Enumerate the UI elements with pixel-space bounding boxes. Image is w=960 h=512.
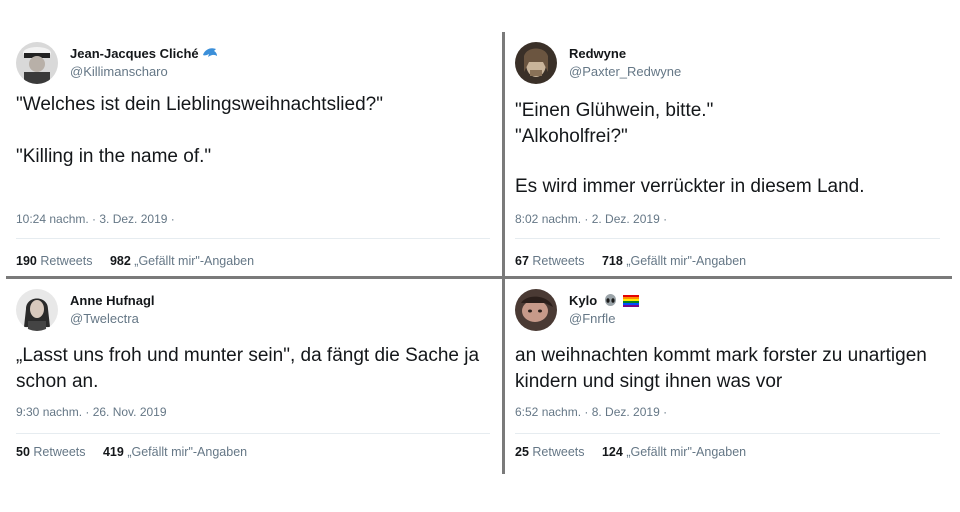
engagement-stats: 50 Retweets 419 „Gefällt mir"-Angaben <box>16 445 247 459</box>
dolphin-icon <box>202 46 218 63</box>
tweet-line: "Einen Glühwein, bitte." <box>515 100 714 121</box>
user-handle[interactable]: @Twelectra <box>70 311 139 326</box>
divider <box>515 433 940 434</box>
retweet-count[interactable]: 190 Retweets <box>16 254 92 268</box>
horizontal-divider <box>6 276 952 279</box>
tweet-text: "Welches ist dein Lieblingsweihnachtslie… <box>16 92 494 170</box>
engagement-stats: 67 Retweets 718 „Gefällt mir"-Angaben <box>515 254 746 268</box>
user-handle[interactable]: @Paxter_Redwyne <box>569 64 681 79</box>
like-count[interactable]: 982 „Gefällt mir"-Angaben <box>110 254 254 268</box>
divider <box>16 238 490 239</box>
engagement-stats: 190 Retweets 982 „Gefällt mir"-Angaben <box>16 254 254 268</box>
vertical-divider <box>502 32 505 474</box>
tweet-line-empty <box>515 150 944 174</box>
retweet-count[interactable]: 50 Retweets <box>16 445 86 459</box>
timestamp[interactable]: 8:02 nachm. · 2. Dez. 2019 · <box>515 212 667 226</box>
alien-icon <box>604 294 617 310</box>
tweet-line: an weihnachten kommt mark forster zu una… <box>515 345 927 392</box>
avatar[interactable] <box>16 289 58 331</box>
avatar[interactable] <box>515 289 557 331</box>
tweet-line: "Alkoholfrei?" <box>515 126 628 147</box>
display-name[interactable]: Kylo <box>569 293 640 310</box>
user-handle[interactable]: @Fnrfle <box>569 311 615 326</box>
avatar[interactable] <box>515 42 557 84</box>
like-count[interactable]: 718 „Gefällt mir"-Angaben <box>602 254 746 268</box>
tweet-card[interactable]: Kylo @Fnrfle an weihnachten kommt mark f… <box>505 279 952 474</box>
retweet-count[interactable]: 67 Retweets <box>515 254 585 268</box>
display-name[interactable]: Redwyne <box>569 46 626 61</box>
tweet-card[interactable]: Anne Hufnagl @Twelectra „Lasst uns froh … <box>6 279 502 474</box>
engagement-stats: 25 Retweets 124 „Gefällt mir"-Angaben <box>515 445 746 459</box>
timestamp[interactable]: 10:24 nachm. · 3. Dez. 2019 · <box>16 212 175 226</box>
divider <box>16 433 490 434</box>
rainbow-flag-icon <box>623 295 640 310</box>
display-name[interactable]: Anne Hufnagl <box>70 293 155 308</box>
tweet-line-empty <box>16 118 494 144</box>
tweet-line: "Welches ist dein Lieblingsweihnachtslie… <box>16 94 383 115</box>
tweet-text: an weihnachten kommt mark forster zu una… <box>515 343 944 395</box>
tweet-card[interactable]: Redwyne @Paxter_Redwyne "Einen Glühwein,… <box>505 32 952 276</box>
user-handle[interactable]: @Killimanscharo <box>70 64 168 79</box>
tweet-text: „Lasst uns froh und munter sein", da fän… <box>16 343 494 395</box>
tweet-collage: Jean-Jacques Cliché @Killimanscharo "Wel… <box>6 32 952 474</box>
display-name[interactable]: Jean-Jacques Cliché <box>70 46 218 63</box>
divider <box>515 238 940 239</box>
tweet-text: "Einen Glühwein, bitte." "Alkoholfrei?" … <box>515 98 944 200</box>
timestamp[interactable]: 6:52 nachm. · 8. Dez. 2019 · <box>515 405 667 419</box>
tweet-line: Es wird immer verrückter in diesem Land. <box>515 176 865 197</box>
retweet-count[interactable]: 25 Retweets <box>515 445 585 459</box>
tweet-card[interactable]: Jean-Jacques Cliché @Killimanscharo "Wel… <box>6 32 502 276</box>
tweet-line: "Killing in the name of." <box>16 146 212 167</box>
tweet-line: „Lasst uns froh und munter sein", da fän… <box>16 345 480 392</box>
like-count[interactable]: 419 „Gefällt mir"-Angaben <box>103 445 247 459</box>
avatar[interactable] <box>16 42 58 84</box>
timestamp[interactable]: 9:30 nachm. · 26. Nov. 2019 <box>16 405 167 419</box>
like-count[interactable]: 124 „Gefällt mir"-Angaben <box>602 445 746 459</box>
